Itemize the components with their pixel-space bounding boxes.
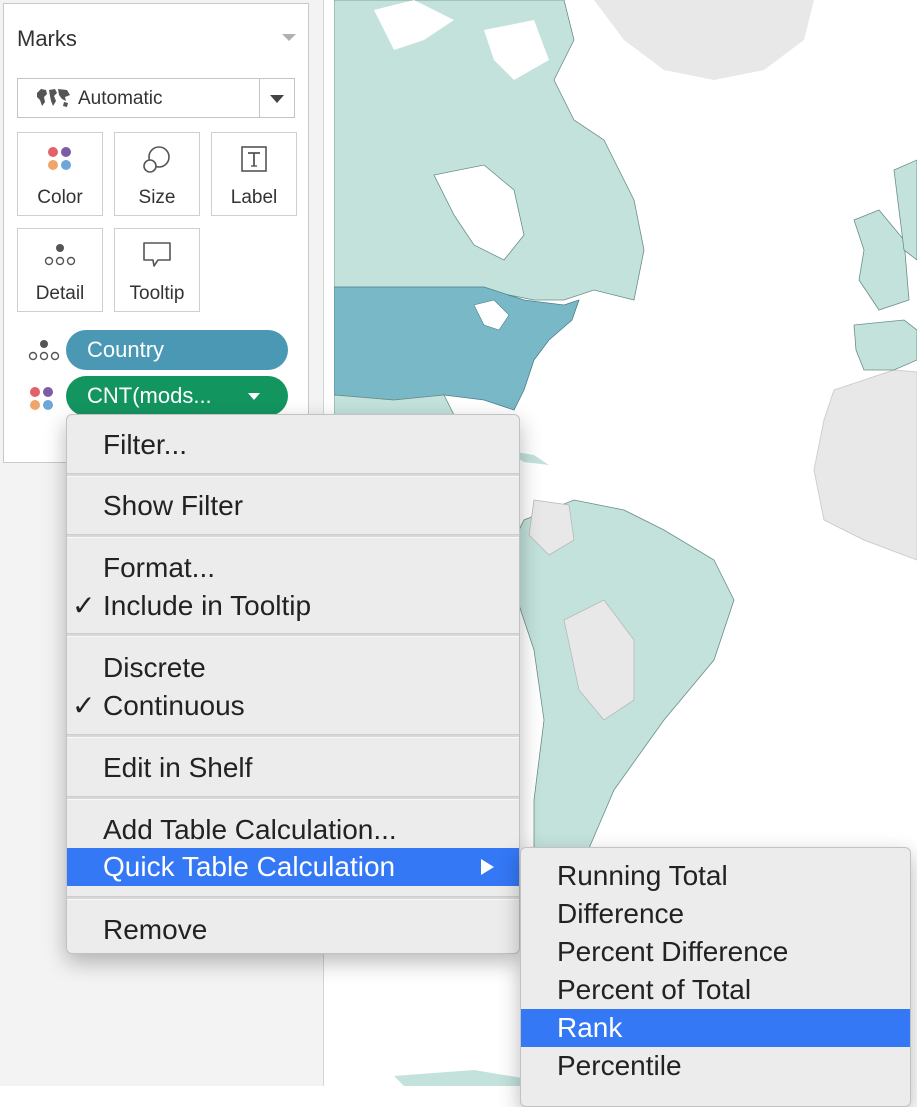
menu-item-label: Quick Table Calculation	[103, 851, 396, 882]
menu-separator	[67, 473, 519, 477]
menu-item-label: Filter...	[103, 429, 188, 460]
label-button[interactable]: Label	[211, 132, 297, 216]
menu-separator	[67, 734, 519, 738]
country-pill[interactable]: Country	[66, 330, 288, 370]
detail-label: Detail	[35, 283, 85, 304]
greenland-shape	[594, 0, 814, 80]
menu-item-quick-table-calculation[interactable]: Quick Table Calculation	[67, 848, 519, 886]
marks-card: Marks Automatic Color Size Label Detail …	[3, 3, 309, 463]
checkmark-icon: ✓	[72, 590, 96, 621]
size-icon	[142, 145, 172, 180]
submenu-item-percent-of-total[interactable]: Percent of Total	[521, 971, 910, 1009]
submenu-item-percent-difference[interactable]: Percent Difference	[521, 933, 910, 971]
cnt-pill[interactable]: CNT(mods...	[66, 376, 288, 416]
menu-item-discrete[interactable]: Discrete	[67, 649, 519, 687]
menu-item-label: Percent Difference	[557, 936, 789, 967]
menu-item-label: Percent of Total	[557, 974, 752, 1005]
menu-item-label: Difference	[557, 898, 685, 929]
submenu-arrow-icon	[481, 859, 494, 875]
submenu-item-percentile[interactable]: Percentile	[521, 1047, 910, 1085]
tooltip-label: Tooltip	[129, 283, 185, 304]
africa-shape	[813, 369, 917, 561]
menu-item-label: Percentile	[557, 1050, 682, 1081]
menu-item-remove[interactable]: Remove	[67, 911, 519, 949]
menu-item-label: Remove	[103, 914, 208, 945]
detail-icon	[44, 241, 76, 274]
field-row-country: Country	[4, 330, 308, 370]
tooltip-button[interactable]: Tooltip	[114, 228, 200, 312]
chevron-down-icon	[270, 95, 284, 103]
submenu-item-running-total[interactable]: Running Total	[521, 857, 910, 895]
menu-item-show-filter[interactable]: Show Filter	[67, 487, 519, 525]
marks-title: Marks	[17, 26, 77, 51]
menu-item-label: Continuous	[103, 690, 245, 721]
mark-type-dropdown[interactable]: Automatic	[17, 78, 295, 118]
country-pill-label: Country	[87, 337, 165, 362]
usa-shape	[334, 286, 580, 411]
map-icon	[35, 87, 71, 114]
menu-item-label: Running Total	[557, 860, 728, 891]
color-icon	[28, 385, 56, 418]
marks-card-menu-icon[interactable]	[282, 34, 296, 41]
menu-item-edit-in-shelf[interactable]: Edit in Shelf	[67, 749, 519, 787]
mark-type-value: Automatic	[78, 88, 163, 109]
color-label: Color	[37, 187, 83, 208]
menu-item-filter[interactable]: Filter...	[67, 426, 519, 464]
detail-icon	[28, 339, 60, 368]
checkmark-icon: ✓	[72, 690, 96, 721]
quick-table-calc-submenu: Running Total Difference Percent Differe…	[520, 847, 911, 1107]
dropdown-divider	[259, 79, 260, 117]
iberia-shape	[853, 319, 917, 371]
menu-item-label: Discrete	[103, 652, 206, 683]
tooltip-icon	[142, 241, 172, 274]
label-label: Label	[230, 187, 278, 208]
menu-item-label: Rank	[557, 1012, 623, 1043]
menu-separator	[67, 633, 519, 637]
field-row-cnt: CNT(mods...	[4, 376, 308, 416]
size-button[interactable]: Size	[114, 132, 200, 216]
menu-item-format[interactable]: Format...	[67, 549, 519, 587]
cnt-pill-label: CNT(mods...	[87, 383, 212, 408]
menu-item-include-in-tooltip[interactable]: ✓ Include in Tooltip	[67, 587, 519, 625]
menu-item-label: Add Table Calculation...	[103, 814, 397, 845]
color-button[interactable]: Color	[17, 132, 103, 216]
submenu-item-difference[interactable]: Difference	[521, 895, 910, 933]
text-icon	[240, 145, 268, 178]
menu-item-label: Edit in Shelf	[103, 752, 253, 783]
antarctica-shape	[394, 1070, 534, 1086]
chevron-down-icon[interactable]	[248, 393, 260, 400]
color-icon	[46, 145, 74, 178]
menu-item-label: Format...	[103, 552, 216, 583]
menu-item-add-table-calculation[interactable]: Add Table Calculation...	[67, 811, 519, 849]
size-label: Size	[138, 187, 176, 208]
menu-item-label: Include in Tooltip	[103, 590, 312, 621]
menu-item-continuous[interactable]: ✓ Continuous	[67, 687, 519, 725]
menu-item-label: Show Filter	[103, 490, 244, 521]
menu-separator	[67, 796, 519, 800]
pill-context-menu: Filter... Show Filter Format... ✓ Includ…	[66, 414, 520, 954]
menu-separator	[67, 534, 519, 538]
submenu-item-rank[interactable]: Rank	[521, 1009, 910, 1047]
detail-button[interactable]: Detail	[17, 228, 103, 312]
menu-separator	[67, 896, 519, 900]
